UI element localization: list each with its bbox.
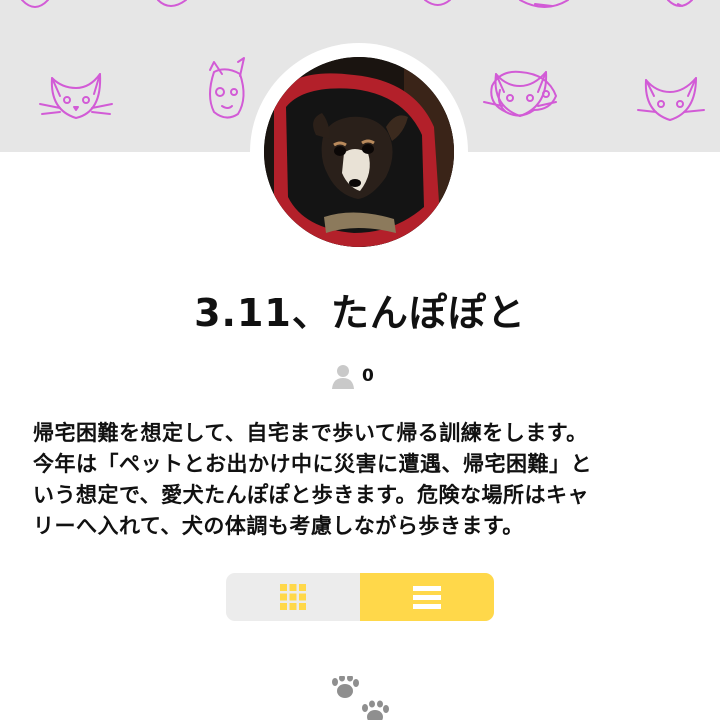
person-icon bbox=[332, 365, 354, 389]
paw-prints-icon bbox=[328, 674, 392, 724]
description-text: 帰宅困難を想定して、自宅まで歩いて帰る訓練をします。 今年は「ペットとお出かけ中… bbox=[33, 421, 592, 538]
dog-photo-avatar bbox=[264, 57, 454, 247]
cat-doodle-icon bbox=[637, 77, 705, 121]
cat-doodle-icon bbox=[39, 73, 113, 119]
dog-doodle-icon bbox=[157, 0, 187, 7]
dog-doodle-icon bbox=[519, 0, 569, 8]
cat-doodle-icon bbox=[483, 71, 557, 117]
grid-icon bbox=[280, 584, 306, 610]
cat-doodle-icon bbox=[424, 0, 451, 6]
dog-doodle-icon bbox=[209, 57, 245, 119]
follower-count[interactable]: 0 bbox=[330, 362, 374, 390]
page-title: 3.11、たんぽぽと bbox=[194, 291, 526, 335]
list-icon bbox=[413, 586, 441, 609]
grid-view-button[interactable] bbox=[226, 573, 360, 621]
view-toggle bbox=[226, 573, 494, 621]
avatar[interactable] bbox=[264, 57, 454, 247]
cat-doodle-icon bbox=[21, 0, 49, 8]
list-view-button[interactable] bbox=[360, 573, 494, 621]
follower-count-value: 0 bbox=[362, 366, 374, 386]
cat-doodle-icon bbox=[667, 0, 693, 7]
